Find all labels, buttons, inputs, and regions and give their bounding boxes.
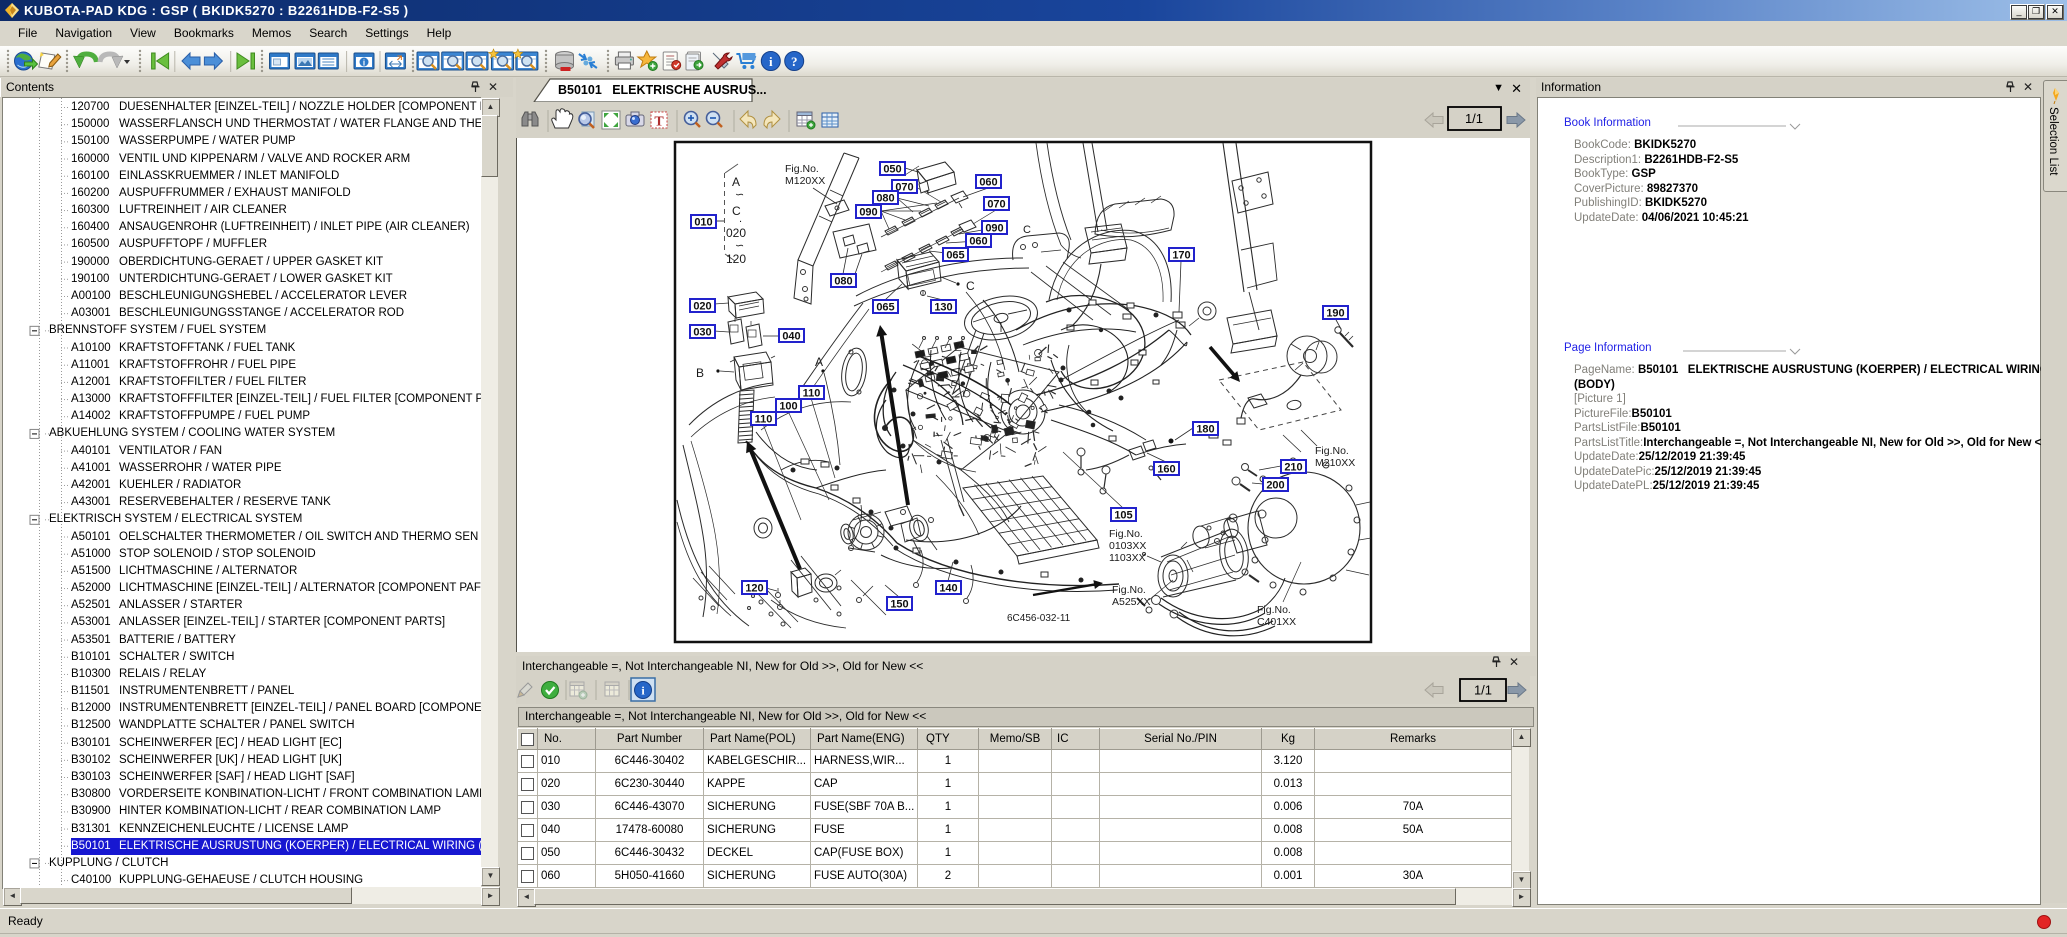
- svg-text:105: 105: [1114, 510, 1132, 522]
- svg-text:0103XX: 0103XX: [1109, 540, 1146, 552]
- svg-text:B: B: [696, 366, 704, 380]
- svg-text:?: ?: [791, 54, 798, 69]
- svg-text:200: 200: [1266, 480, 1284, 492]
- svg-text:020: 020: [726, 226, 746, 240]
- svg-text:C: C: [1023, 224, 1031, 236]
- svg-text:080: 080: [834, 276, 852, 288]
- svg-text:120: 120: [745, 583, 763, 595]
- svg-text:100: 100: [779, 401, 797, 413]
- svg-text:Fig.No.: Fig.No.: [1112, 584, 1146, 596]
- svg-text:090: 090: [859, 207, 877, 219]
- svg-text:T: T: [654, 115, 664, 130]
- svg-text:1/1: 1/1: [1465, 111, 1483, 126]
- svg-text:C401XX: C401XX: [1257, 616, 1296, 628]
- svg-text:210: 210: [1284, 462, 1302, 474]
- svg-text:050: 050: [883, 164, 901, 176]
- svg-text:150: 150: [890, 599, 908, 611]
- svg-text:080: 080: [876, 193, 894, 205]
- svg-text:065: 065: [876, 302, 894, 314]
- svg-text:i: i: [363, 59, 365, 68]
- svg-text:M210XX: M210XX: [1315, 457, 1355, 469]
- svg-text:∽: ∽: [735, 189, 744, 201]
- svg-text:160: 160: [1157, 464, 1175, 476]
- svg-text:040: 040: [782, 331, 800, 343]
- svg-text:1103XX: 1103XX: [1109, 552, 1146, 564]
- svg-text:070: 070: [987, 199, 1005, 211]
- svg-text:M120XX: M120XX: [785, 175, 825, 187]
- svg-text:A: A: [732, 175, 740, 189]
- svg-text:Fig.No.: Fig.No.: [785, 163, 819, 175]
- svg-text:060: 060: [979, 177, 997, 189]
- svg-text:130: 130: [934, 302, 952, 314]
- svg-text:090: 090: [985, 223, 1003, 235]
- svg-text:010: 010: [694, 217, 712, 229]
- svg-text:180: 180: [1196, 424, 1214, 436]
- svg-text:Fig.No.: Fig.No.: [1315, 445, 1349, 457]
- svg-text:i: i: [769, 54, 773, 69]
- svg-text:1/1: 1/1: [1474, 683, 1492, 698]
- svg-text:190: 190: [1326, 308, 1344, 320]
- svg-text:110: 110: [803, 388, 821, 400]
- svg-text:.: .: [739, 213, 742, 225]
- svg-text:6C456-032-11: 6C456-032-11: [1007, 613, 1071, 624]
- svg-text:∽: ∽: [735, 240, 744, 252]
- svg-text:170: 170: [1172, 250, 1190, 262]
- svg-text:140: 140: [939, 583, 957, 595]
- svg-text:060: 060: [969, 236, 987, 248]
- svg-text:110: 110: [755, 414, 773, 426]
- svg-text:120: 120: [726, 252, 746, 266]
- svg-text:065: 065: [946, 250, 964, 262]
- svg-text:Fig.No.: Fig.No.: [1109, 528, 1143, 540]
- svg-text:030: 030: [693, 327, 711, 339]
- svg-text:020: 020: [693, 301, 711, 313]
- svg-text:A525XX: A525XX: [1112, 596, 1151, 608]
- svg-text:Fig.No.: Fig.No.: [1257, 604, 1291, 616]
- svg-text:C: C: [966, 279, 975, 293]
